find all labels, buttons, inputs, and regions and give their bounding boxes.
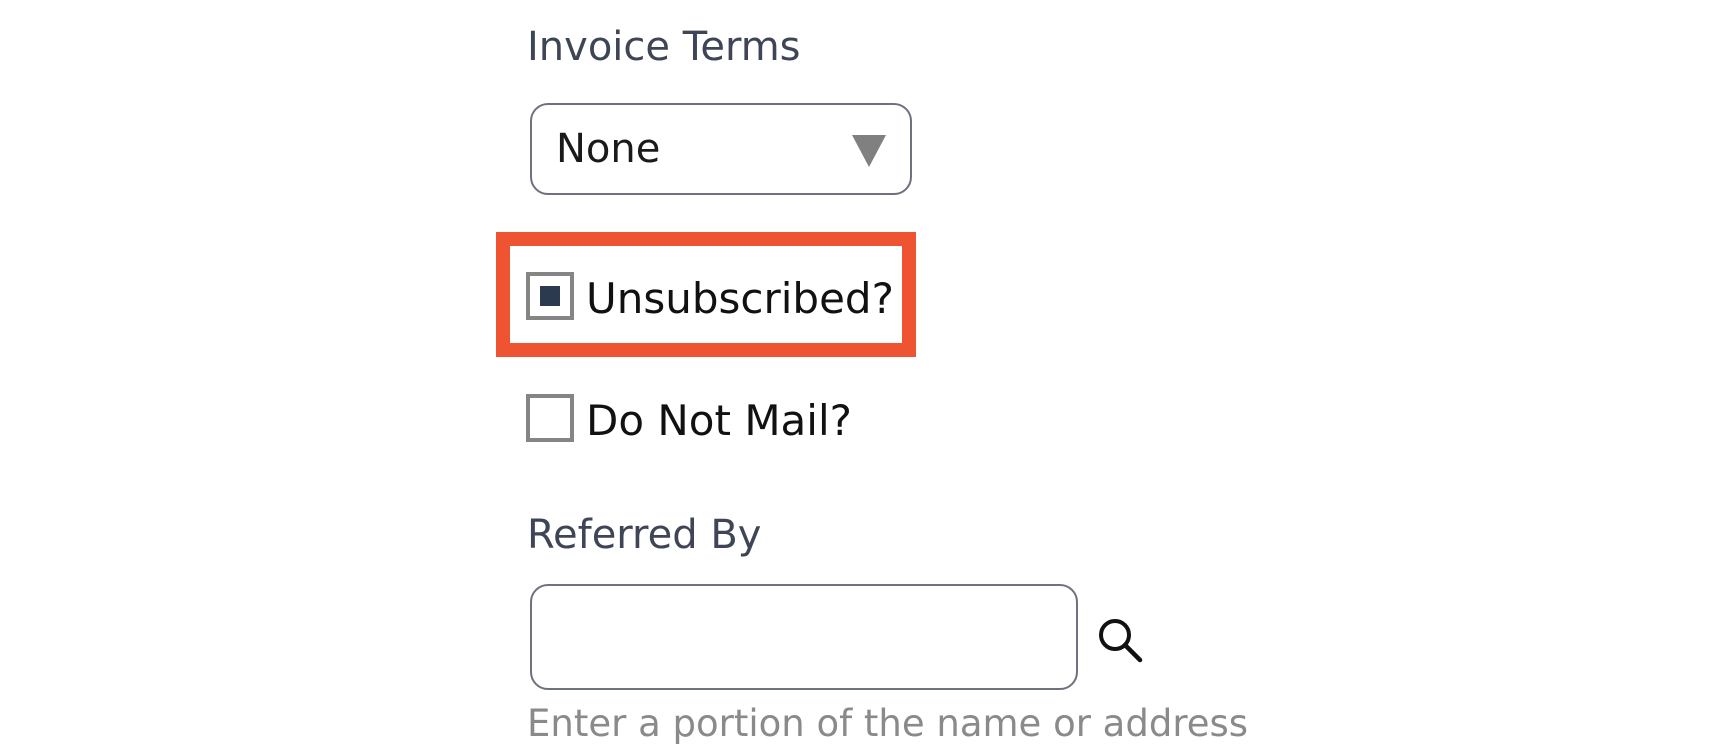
invoice-terms-label: Invoice Terms	[527, 24, 801, 70]
do-not-mail-label[interactable]: Do Not Mail?	[586, 400, 852, 442]
invoice-terms-select[interactable]: None	[530, 103, 912, 195]
referred-by-input[interactable]	[530, 584, 1078, 690]
unsubscribed-checkbox[interactable]	[526, 272, 574, 320]
invoice-terms-selected-value: None	[556, 126, 661, 172]
unsubscribed-label[interactable]: Unsubscribed?	[586, 278, 894, 320]
do-not-mail-checkbox[interactable]	[526, 394, 574, 442]
checkbox-checked-indicator	[540, 286, 560, 306]
referred-by-help-text: Enter a portion of the name or address	[527, 702, 1249, 745]
triangle-down-icon	[852, 135, 886, 167]
referred-by-label: Referred By	[527, 512, 762, 558]
search-icon[interactable]	[1094, 614, 1146, 666]
